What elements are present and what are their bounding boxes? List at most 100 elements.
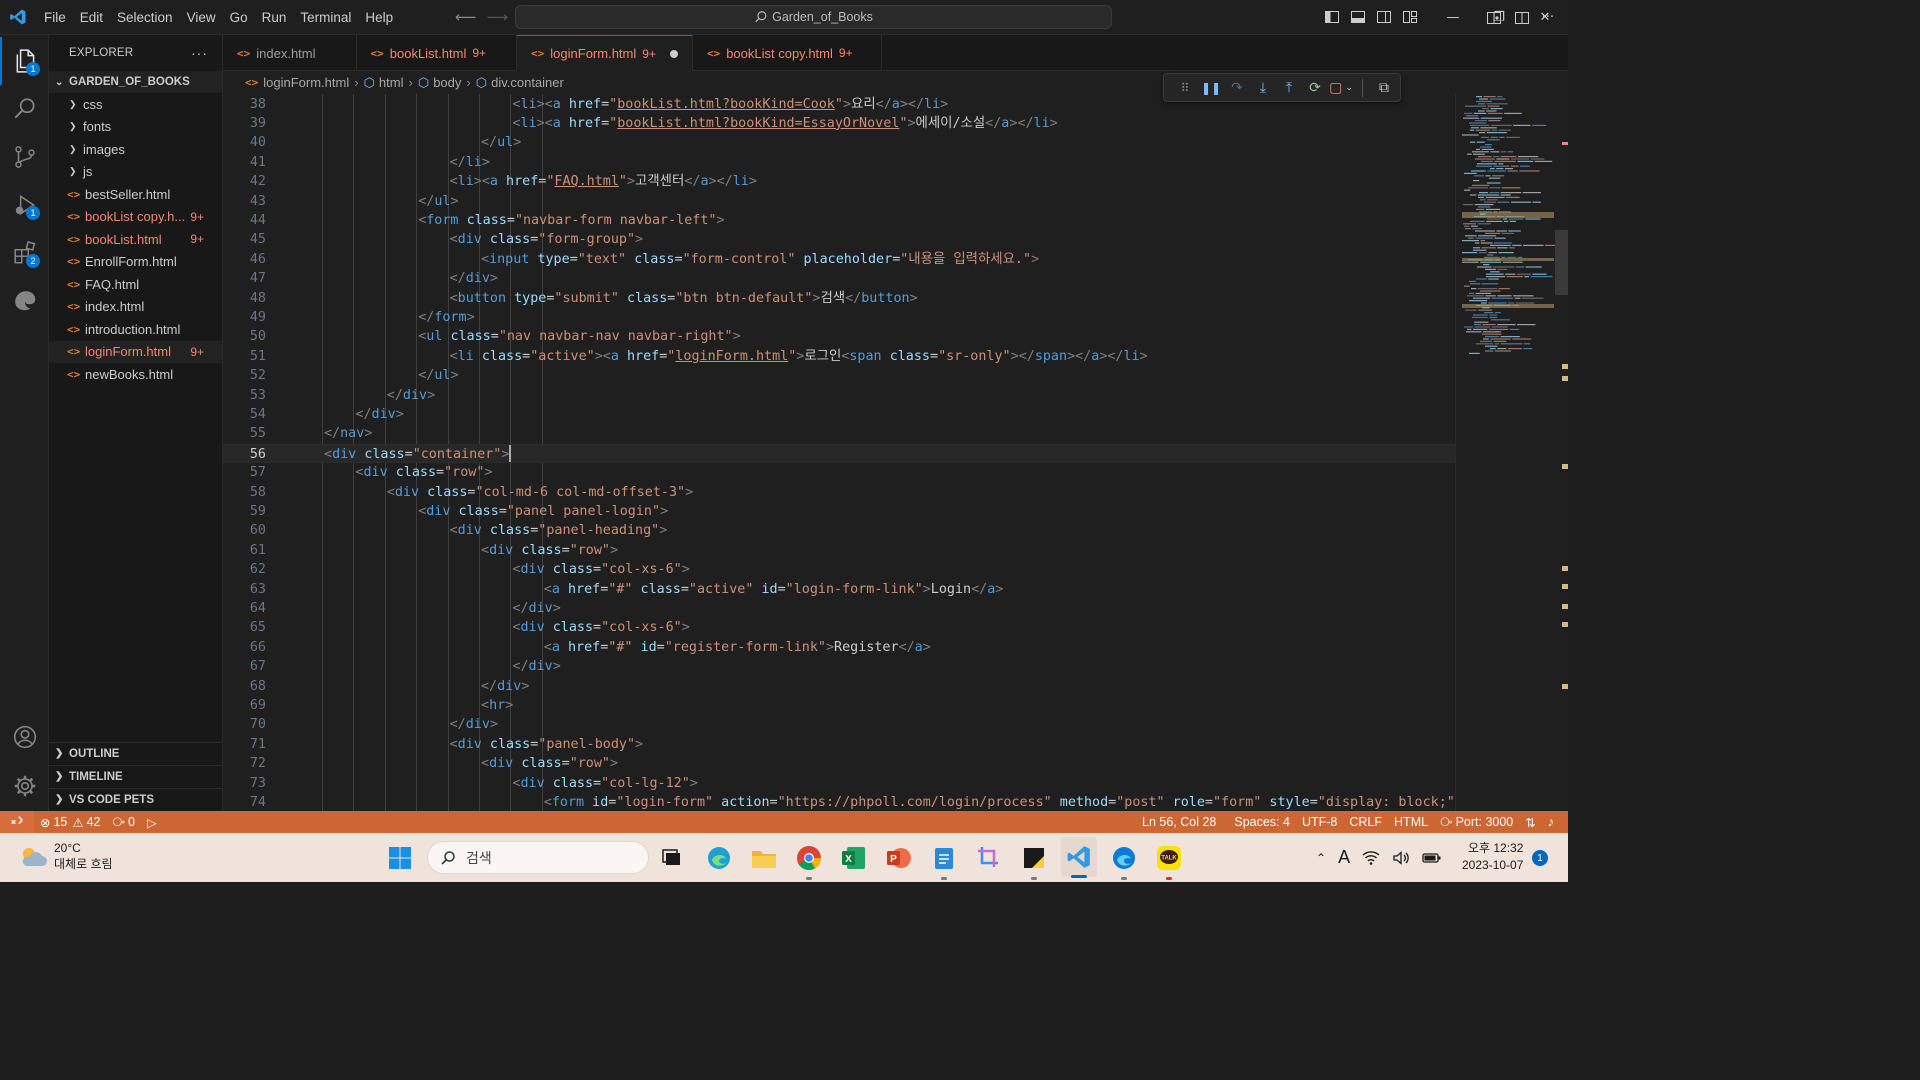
menu-help[interactable]: Help: [357, 10, 399, 25]
menu-go[interactable]: Go: [222, 10, 254, 25]
breadcrumb-container[interactable]: div.container: [491, 75, 564, 90]
code-line[interactable]: 47 </div>: [223, 269, 1455, 288]
code-line[interactable]: 51 <li class="active"><a href="loginForm.…: [223, 347, 1455, 366]
code-line[interactable]: 63 <a href="#" class="active" id="login-f…: [223, 580, 1455, 599]
code-line[interactable]: 55 </nav>: [223, 424, 1455, 443]
edge-devtools-activity[interactable]: [0, 277, 49, 325]
search-activity[interactable]: [0, 85, 49, 133]
customize-layout-icon[interactable]: [1402, 9, 1418, 25]
battery-icon[interactable]: [1422, 850, 1442, 866]
chrome-button[interactable]: [793, 842, 825, 880]
code-line[interactable]: 65 <div class="col-xs-6">: [223, 618, 1455, 637]
tab-index-html[interactable]: <> index.html: [223, 35, 357, 71]
code-line[interactable]: 72 <div class="row">: [223, 754, 1455, 773]
code-line[interactable]: 39 <li><a href="bookList.html?bookKind=Es…: [223, 114, 1455, 133]
tree-file[interactable]: <> introduction.html: [49, 318, 222, 341]
breadcrumb-file[interactable]: loginForm.html: [263, 75, 349, 90]
problems-indicator[interactable]: ⊗ 15 ⚠ 42: [34, 815, 107, 830]
code-line[interactable]: 57 <div class="row">: [223, 463, 1455, 482]
tree-file[interactable]: <> bookList copy.h... 9+: [49, 206, 222, 229]
file-explorer-button[interactable]: [748, 842, 780, 874]
explorer-activity[interactable]: 1: [0, 37, 49, 85]
code-line[interactable]: 56 <div class="container">: [223, 443, 1455, 464]
snipping-tool-button[interactable]: [973, 842, 1005, 874]
toggle-panel-icon[interactable]: [1350, 9, 1366, 25]
indentation[interactable]: Spaces: 4: [1228, 815, 1296, 829]
outline-section[interactable]: ❯ OUTLINE: [49, 742, 223, 764]
code-line[interactable]: 66 <a href="#" id="register-form-link">Re…: [223, 638, 1455, 657]
command-center[interactable]: Garden_of_Books: [515, 5, 1112, 29]
accounts-activity[interactable]: [0, 713, 49, 761]
minimize-button[interactable]: —: [1430, 0, 1476, 35]
tab-booklist-html[interactable]: <> bookList.html 9+: [357, 35, 518, 71]
notification-badge[interactable]: 1: [1532, 850, 1548, 866]
forward-arrow-icon[interactable]: ⟶: [487, 8, 509, 26]
clock[interactable]: 오후 12:32 2023-10-07: [1462, 840, 1523, 874]
step-out-icon[interactable]: ⤒: [1276, 77, 1302, 99]
code-line[interactable]: 59 <div class="panel panel-login">: [223, 502, 1455, 521]
code-line[interactable]: 48 <button type="submit" class="btn btn-d…: [223, 289, 1455, 308]
vscode-pets-section[interactable]: ❯ VS CODE PETS: [49, 788, 223, 810]
tree-folder[interactable]: ❯ fonts: [49, 116, 222, 139]
tree-file[interactable]: <> index.html: [49, 296, 222, 319]
open-preview-icon[interactable]: [1486, 10, 1502, 26]
breadcrumb-html[interactable]: html: [379, 75, 404, 90]
toggle-secondary-sidebar-icon[interactable]: [1376, 9, 1392, 25]
tree-file[interactable]: <> bookList.html 9+: [49, 228, 222, 251]
unsaved-dot-icon[interactable]: [669, 49, 678, 58]
vscode-taskbar-button[interactable]: [1061, 837, 1097, 878]
weather-widget[interactable]: 20°C 대체로 흐림: [18, 841, 113, 872]
tree-file[interactable]: <> newBooks.html: [49, 363, 222, 386]
step-over-icon[interactable]: ↷: [1224, 77, 1250, 99]
code-line[interactable]: 64 </div>: [223, 599, 1455, 618]
code-line[interactable]: 45 <div class="form-group">: [223, 230, 1455, 249]
code-line[interactable]: 67 </div>: [223, 657, 1455, 676]
accounts-sync-indicator[interactable]: ⇅: [1519, 815, 1541, 830]
menu-edit[interactable]: Edit: [72, 10, 109, 25]
code-line[interactable]: 50 <ul class="nav navbar-nav navbar-right…: [223, 327, 1455, 346]
source-control-activity[interactable]: [0, 133, 49, 181]
inspect-screencast-icon[interactable]: ⧉: [1371, 77, 1397, 99]
menu-view[interactable]: View: [179, 10, 222, 25]
more-actions-icon[interactable]: ···: [191, 45, 208, 61]
split-editor-icon[interactable]: [1514, 10, 1530, 26]
tab-loginform-html[interactable]: <> loginForm.html 9+: [517, 35, 693, 71]
code-line[interactable]: 70 </div>: [223, 715, 1455, 734]
start-button[interactable]: [384, 842, 416, 874]
notepad-button[interactable]: [928, 842, 960, 880]
tree-folder[interactable]: ❯ images: [49, 138, 222, 161]
live-server[interactable]: ⧂ Port: 3000: [1434, 815, 1519, 830]
manage-activity[interactable]: [0, 762, 49, 810]
code-line[interactable]: 52 </ul>: [223, 366, 1455, 385]
edge-taskbar-button[interactable]: [703, 842, 735, 874]
edge-dev-button[interactable]: [1108, 842, 1140, 880]
code-line[interactable]: 71 <div class="panel-body">: [223, 735, 1455, 754]
minimap[interactable]: [1455, 94, 1565, 811]
excel-button[interactable]: X: [838, 842, 870, 874]
code-line[interactable]: 60 <div class="panel-heading">: [223, 521, 1455, 540]
cursor-position[interactable]: Ln 56, Col 28: [1136, 815, 1222, 829]
extensions-activity[interactable]: 2: [0, 229, 49, 277]
encoding[interactable]: UTF-8: [1296, 815, 1343, 829]
tree-file[interactable]: <> FAQ.html: [49, 273, 222, 296]
notifications-indicator[interactable]: ♪: [1542, 815, 1560, 829]
code-line[interactable]: 53 </div>: [223, 386, 1455, 405]
menu-selection[interactable]: Selection: [109, 10, 179, 25]
code-line[interactable]: 43 </ul>: [223, 192, 1455, 211]
tree-folder[interactable]: ❯ js: [49, 161, 222, 184]
chevron-up-icon[interactable]: ⌃: [1316, 851, 1326, 865]
menu-file[interactable]: File: [36, 10, 72, 25]
tree-file[interactable]: <> EnrollForm.html: [49, 251, 222, 274]
code-editor[interactable]: 38 <li><a href="bookList.html?bookKind=Co…: [223, 94, 1455, 811]
code-line[interactable]: 41 </li>: [223, 153, 1455, 172]
workspace-folder[interactable]: ⌄ GARDEN_OF_BOOKS: [49, 71, 222, 93]
code-line[interactable]: 58 <div class="col-md-6 col-md-offset-3">: [223, 483, 1455, 502]
code-line[interactable]: 61 <div class="row">: [223, 541, 1455, 560]
restart-icon[interactable]: ⟳: [1302, 77, 1328, 99]
stop-icon[interactable]: ▢ ⌄: [1328, 77, 1354, 99]
code-line[interactable]: 42 <li><a href="FAQ.html">고객센터</a></li>: [223, 172, 1455, 191]
sticky-notes-button[interactable]: [1018, 842, 1050, 880]
end-of-line[interactable]: CRLF: [1343, 815, 1388, 829]
taskbar-search[interactable]: 검색: [427, 841, 649, 874]
language-mode[interactable]: HTML: [1388, 815, 1434, 829]
